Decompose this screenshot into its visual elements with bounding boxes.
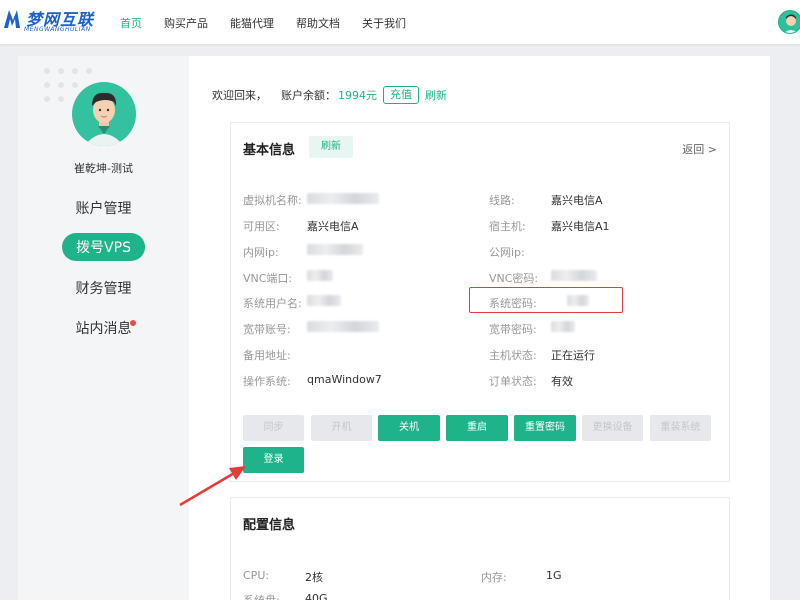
- field-line-label: 线路:: [489, 194, 515, 207]
- config-info-title: 配置信息: [243, 518, 296, 533]
- sync-button[interactable]: 同步: [243, 415, 304, 441]
- reinstall-system-button[interactable]: 重装系统: [650, 415, 711, 441]
- field-order-status-label: 订单状态:: [489, 375, 537, 388]
- masked-broadband-password: [551, 321, 575, 332]
- sidebar-item-finance[interactable]: 财务管理: [18, 278, 189, 298]
- nav-item-buy[interactable]: 购买产品: [164, 15, 208, 31]
- refresh-balance-link[interactable]: 刷新: [425, 87, 447, 103]
- field-order-status-value: 有效: [551, 375, 573, 388]
- masked-broadband-account: [307, 321, 379, 332]
- system-disk-label: 系统盘:: [243, 592, 280, 600]
- cpu-value: 2核: [305, 571, 323, 584]
- nav-item-home[interactable]: 首页: [120, 15, 142, 31]
- field-sys-user-label: 系统用户名:: [243, 297, 302, 310]
- top-bar: 梦网互联 MENGWANGHULIAN 首页 购买产品 能猫代理 帮助文档 关于…: [0, 0, 800, 44]
- sidebar-item-label: 站内消息: [75, 321, 132, 337]
- sidebar-item-label: 财务管理: [75, 281, 132, 297]
- field-zone-value: 嘉兴电信A: [307, 220, 359, 233]
- sidebar-item-messages[interactable]: 站内消息: [18, 318, 189, 338]
- sidebar: 崔乾坤-测试 账户管理 拨号VPS 财务管理 站内消息: [18, 56, 189, 600]
- sidebar-item-label: 拨号VPS: [62, 233, 145, 261]
- field-host-status-value: 正在运行: [551, 349, 595, 362]
- basic-info-title: 基本信息: [243, 143, 296, 158]
- field-line-value: 嘉兴电信A: [551, 194, 603, 207]
- reset-password-button[interactable]: 重置密码: [514, 415, 576, 441]
- brand-subtitle: MENGWANGHULIAN: [24, 26, 91, 33]
- field-zone-label: 可用区:: [243, 220, 280, 233]
- refresh-info-button[interactable]: 刷新: [309, 136, 353, 158]
- field-host-value: 嘉兴电信A1: [551, 220, 610, 233]
- field-os-label: 操作系统:: [243, 375, 291, 388]
- field-host-status-label: 主机状态:: [489, 349, 537, 362]
- power-off-button[interactable]: 关机: [378, 415, 440, 441]
- avatar: [72, 82, 136, 146]
- memory-value: 1G: [546, 569, 562, 582]
- power-on-button[interactable]: 开机: [311, 415, 372, 441]
- sidebar-username: 崔乾坤-测试: [74, 162, 133, 175]
- masked-vm-name: [307, 193, 379, 204]
- field-public-ip-label: 公网ip:: [489, 246, 525, 259]
- balance-value: 1994元: [338, 89, 377, 102]
- logo-mark-icon: [4, 10, 20, 28]
- system-disk-value: 40G: [305, 592, 328, 600]
- nav-item-agent[interactable]: 能猫代理: [230, 15, 274, 31]
- field-broadband-password-label: 宽带密码:: [489, 323, 537, 336]
- unread-badge: [130, 320, 136, 326]
- nav-item-about[interactable]: 关于我们: [362, 15, 406, 31]
- main-panel: 欢迎回来， 账户余额： 1994元 充值 刷新 基本信息 刷新 返回 > 虚拟机…: [189, 56, 770, 600]
- sidebar-item-label: 账户管理: [75, 201, 132, 217]
- field-backup-address-label: 备用地址:: [243, 349, 291, 362]
- nav-item-help[interactable]: 帮助文档: [296, 15, 340, 31]
- login-button[interactable]: 登录: [243, 447, 304, 473]
- field-vnc-password-label: VNC密码:: [489, 272, 539, 285]
- back-link[interactable]: 返回 >: [682, 141, 717, 157]
- user-avatar-illustration-icon: [84, 92, 124, 146]
- welcome-bar: 欢迎回来， 账户余额： 1994元 充值 刷新: [212, 86, 447, 104]
- field-broadband-account-label: 宽带账号:: [243, 323, 291, 336]
- restart-button[interactable]: 重启: [446, 415, 508, 441]
- field-vm-name-label: 虚拟机名称:: [243, 194, 302, 207]
- masked-sys-user: [307, 295, 341, 306]
- recharge-button[interactable]: 充值: [383, 86, 419, 104]
- masked-vnc-port: [307, 270, 333, 281]
- main-nav: 首页 购买产品 能猫代理 帮助文档 关于我们: [120, 15, 428, 31]
- balance-label: 账户余额：: [281, 89, 336, 102]
- basic-info-card: 基本信息 刷新 返回 > 虚拟机名称: 可用区: 嘉兴电信A 内网ip: VNC…: [230, 122, 730, 482]
- field-os-value: qmaWindow7: [307, 373, 382, 386]
- brand-logo[interactable]: 梦网互联 MENGWANGHULIAN: [2, 6, 102, 38]
- change-device-button[interactable]: 更换设备: [582, 415, 643, 441]
- memory-label: 内存:: [481, 571, 507, 584]
- user-avatar-icon[interactable]: [778, 10, 800, 34]
- sidebar-item-vps[interactable]: 拨号VPS: [18, 233, 189, 261]
- field-host-label: 宿主机:: [489, 220, 526, 233]
- cpu-label: CPU:: [243, 569, 270, 582]
- config-info-card: 配置信息 CPU: 2核 内存: 1G 系统盘: 40G: [230, 497, 730, 600]
- masked-lan-ip: [307, 244, 363, 255]
- system-password-highlight: [469, 287, 623, 313]
- welcome-text: 欢迎回来，: [212, 89, 267, 102]
- masked-vnc-password: [551, 270, 597, 281]
- sidebar-item-account[interactable]: 账户管理: [18, 198, 189, 218]
- field-vnc-port-label: VNC端口:: [243, 272, 293, 285]
- field-lan-ip-label: 内网ip:: [243, 246, 279, 259]
